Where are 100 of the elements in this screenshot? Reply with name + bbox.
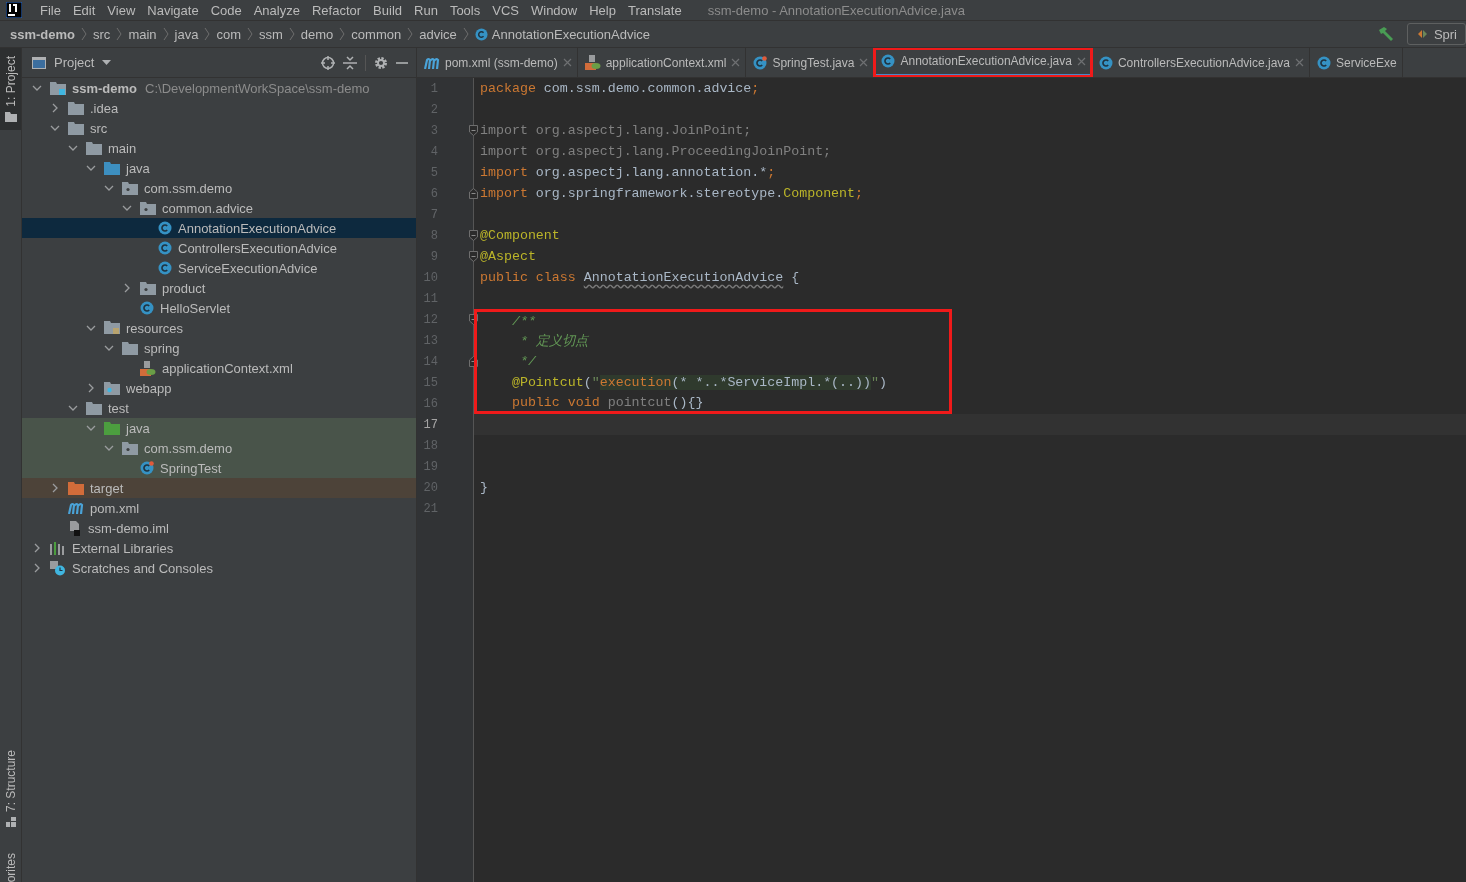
chevron-icon[interactable] [50, 483, 60, 493]
fold-marker-icon[interactable] [469, 188, 478, 199]
package-icon [122, 441, 138, 455]
menu-item[interactable]: Code [204, 2, 248, 18]
breadcrumb[interactable]: advice [419, 26, 457, 42]
close-icon[interactable] [859, 58, 869, 67]
menu-item[interactable]: Tools [443, 2, 487, 18]
settings-icon[interactable] [374, 55, 388, 70]
run-configuration-button[interactable]: Spri [1406, 23, 1466, 45]
package-icon [122, 181, 138, 195]
tree-item[interactable]: resources [22, 318, 416, 338]
chevron-icon[interactable] [50, 103, 60, 113]
close-icon[interactable] [1295, 58, 1304, 67]
menu-item[interactable]: Refactor [305, 2, 368, 18]
chevron-icon[interactable] [32, 543, 42, 553]
tree-item[interactable]: spring [22, 338, 416, 358]
menu-item[interactable]: Analyze [247, 2, 306, 18]
breadcrumb[interactable]: ssm [259, 26, 283, 42]
menu-item[interactable]: View [101, 2, 142, 18]
chevron-icon [247, 27, 253, 41]
chevron-icon[interactable] [104, 343, 114, 353]
chevron-icon[interactable] [86, 163, 96, 173]
tree-item[interactable]: ControllersExecutionAdvice [22, 238, 416, 258]
tree-item[interactable]: target [22, 478, 416, 498]
tree-item[interactable]: SpringTest [22, 458, 416, 478]
fold-marker-icon[interactable] [469, 125, 478, 136]
menu-item[interactable]: File [34, 2, 67, 18]
breadcrumb[interactable]: main [128, 26, 157, 42]
tree-item[interactable]: pom.xml [22, 498, 416, 518]
fold-marker-icon[interactable] [469, 230, 478, 241]
menu-item[interactable]: Window [524, 2, 584, 18]
tree-item[interactable]: webapp [22, 378, 416, 398]
breadcrumb[interactable]: java [174, 26, 199, 42]
tree-item[interactable]: .idea [22, 98, 416, 118]
code-line: * 定义切点 [518, 332, 588, 350]
fold-marker-icon[interactable] [469, 251, 478, 262]
tree-item[interactable]: test [22, 398, 416, 418]
editor-tab[interactable]: AnnotationExecutionAdvice.java [874, 48, 1092, 77]
menu-item[interactable]: Navigate [141, 2, 205, 18]
tree-item[interactable]: src [22, 118, 416, 138]
fold-marker-icon[interactable] [469, 356, 478, 367]
tool-window-button[interactable]: orites [0, 844, 21, 882]
breadcrumb[interactable]: ssm-demo [10, 26, 76, 42]
code-line: } [480, 480, 488, 495]
chevron-icon[interactable] [68, 403, 78, 413]
tree-item[interactable]: External Libraries [22, 538, 416, 558]
editor-tab[interactable]: pom.xml (ssm-demo) [417, 48, 578, 77]
chevron-icon[interactable] [122, 283, 132, 293]
chevron-icon[interactable] [122, 203, 132, 213]
folder-icon [4, 111, 17, 122]
breadcrumb[interactable]: com [216, 26, 241, 42]
panel-title[interactable]: Project [54, 55, 95, 70]
tree-item[interactable]: ServiceExecutionAdvice [22, 258, 416, 278]
chevron-icon[interactable] [104, 183, 114, 193]
chevron-icon[interactable] [86, 423, 96, 433]
chevron-icon[interactable] [50, 123, 60, 133]
chevron-icon[interactable] [86, 383, 96, 393]
tool-window-button[interactable]: 1: Project [0, 48, 21, 130]
tree-item[interactable]: com.ssm.demo [22, 178, 416, 198]
editor-tab[interactable]: ControllersExecutionAdvice.java [1091, 48, 1310, 77]
tree-item[interactable]: ssm-demo.iml [22, 518, 416, 538]
tool-window-button[interactable]: 7: Structure [0, 741, 21, 835]
chevron-icon[interactable] [68, 143, 78, 153]
tree-item[interactable]: Scratches and Consoles [22, 558, 416, 578]
tree-item[interactable]: product [22, 278, 416, 298]
menu-item[interactable]: Translate [621, 2, 688, 18]
dropdown-arrow-icon[interactable] [102, 59, 112, 66]
editor-tab[interactable]: ServiceExe [1310, 48, 1403, 77]
chevron-icon[interactable] [104, 443, 114, 453]
tree-item[interactable]: java [22, 158, 416, 178]
tree-item[interactable]: java [22, 418, 416, 438]
tree-item[interactable]: AnnotationExecutionAdvice [22, 218, 416, 238]
tree-item[interactable]: common.advice [22, 198, 416, 218]
breadcrumb[interactable]: common [351, 26, 402, 42]
tree-item[interactable]: main [22, 138, 416, 158]
breadcrumb[interactable]: AnnotationExecutionAdvice [491, 26, 651, 42]
target-icon[interactable] [321, 55, 335, 70]
tree-item[interactable]: ssm-demo C:\DevelopmentWorkSpace\ssm-demo [22, 78, 416, 98]
tree-item[interactable]: applicationContext.xml [22, 358, 416, 378]
chevron-icon[interactable] [86, 323, 96, 333]
class-icon [1098, 55, 1113, 70]
close-icon[interactable] [1076, 56, 1086, 66]
close-icon[interactable] [731, 58, 741, 67]
collapse-all-icon[interactable] [343, 55, 357, 70]
menu-item[interactable]: Edit [66, 2, 102, 18]
hammer-icon[interactable] [1376, 26, 1395, 42]
editor-tab[interactable]: applicationContext.xml [577, 48, 747, 77]
close-icon[interactable] [562, 58, 572, 67]
menu-item[interactable]: Build [367, 2, 408, 18]
menu-item[interactable]: Help [583, 2, 622, 18]
breadcrumb[interactable]: demo [300, 26, 334, 42]
fold-marker-icon[interactable] [469, 314, 478, 325]
chevron-icon[interactable] [32, 83, 42, 93]
module-icon [50, 81, 66, 95]
chevron-icon[interactable] [32, 563, 42, 573]
tree-item[interactable]: com.ssm.demo [22, 438, 416, 458]
tree-item[interactable]: HelloServlet [22, 298, 416, 318]
breadcrumb[interactable]: src [93, 26, 111, 42]
menu-item[interactable]: VCS [486, 2, 525, 18]
menu-item[interactable]: Run [408, 2, 444, 18]
